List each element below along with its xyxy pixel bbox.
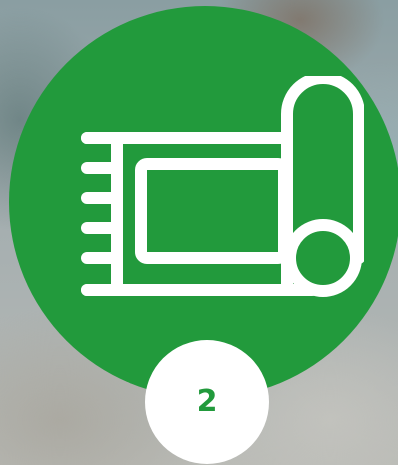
step-number: 2 (196, 384, 218, 419)
step-card: 2 (0, 0, 398, 465)
rolled-rug-icon (81, 76, 364, 297)
step-number-badge: 2 (145, 340, 269, 464)
